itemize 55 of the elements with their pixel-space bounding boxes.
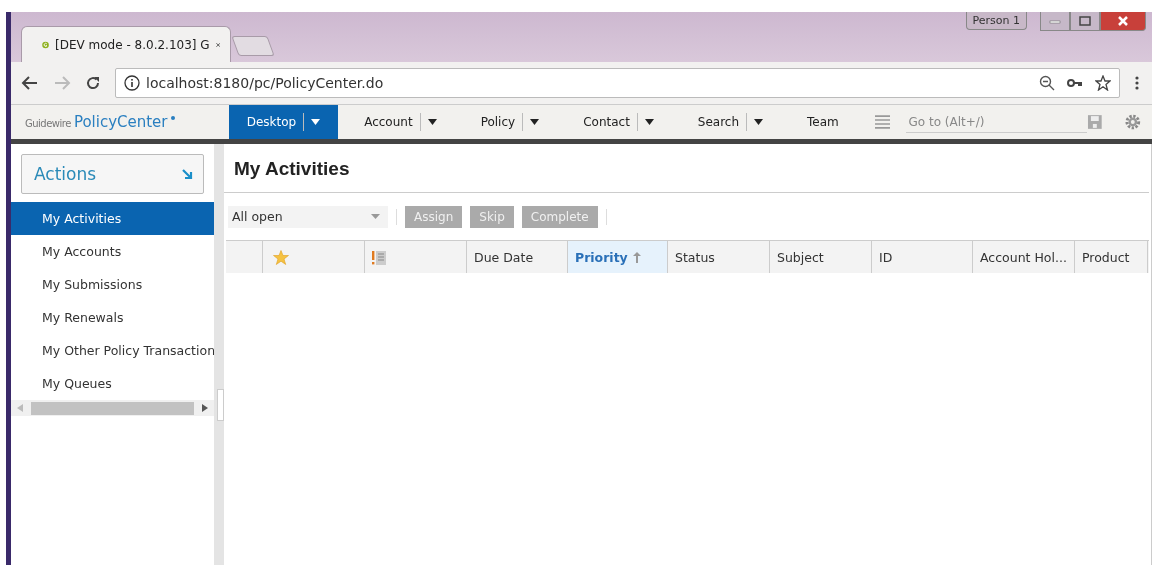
nav-tab[interactable]: Policy — [462, 105, 558, 139]
caret-icon[interactable] — [427, 119, 437, 125]
caret-icon[interactable] — [530, 119, 540, 125]
caret-icon[interactable] — [754, 119, 764, 125]
window-close-button[interactable] — [1100, 12, 1146, 31]
minimize-button[interactable] — [1040, 12, 1070, 31]
sidebar-item[interactable]: My Accounts — [11, 235, 214, 268]
maximize-button[interactable] — [1070, 12, 1100, 31]
minimize-icon — [1049, 18, 1061, 24]
sidebar-item[interactable]: My Other Policy Transaction — [11, 334, 214, 367]
page-title: My Activities — [224, 144, 1149, 193]
nav-tab[interactable]: Search — [679, 105, 782, 139]
maximize-icon — [1079, 16, 1091, 26]
filter-dropdown[interactable]: All open — [228, 205, 388, 228]
caret-icon[interactable] — [311, 119, 321, 125]
column-header[interactable]: ID — [872, 241, 973, 273]
nav-tab[interactable]: Team — [789, 105, 857, 139]
goto-field[interactable]: Go to (Alt+/) — [906, 111, 1087, 133]
close-icon — [1117, 16, 1129, 26]
back-icon[interactable] — [21, 75, 39, 91]
list-icon[interactable] — [874, 115, 891, 129]
priority-list-icon — [372, 249, 386, 265]
tab-title: [DEV mode - 8.0.2.103] G — [55, 37, 210, 52]
sidebar-item[interactable]: My Submissions — [11, 268, 214, 301]
info-icon — [124, 75, 140, 91]
menu-icon[interactable] — [1134, 75, 1140, 91]
actions-button[interactable]: Actions — [21, 154, 204, 194]
scrollbar[interactable] — [11, 400, 214, 416]
column-header[interactable]: Priority — [568, 241, 668, 273]
settings-icon[interactable] — [1124, 113, 1142, 131]
column-header[interactable]: Product — [1075, 241, 1148, 273]
nav-tab[interactable]: Contact — [565, 105, 672, 139]
zoom-out-icon[interactable] — [1039, 75, 1055, 91]
star-icon[interactable] — [1095, 75, 1111, 91]
star-icon — [273, 249, 289, 265]
brand-logo: Guidewire — [25, 118, 71, 129]
caret-icon — [371, 214, 380, 219]
arrow-icon — [181, 168, 193, 180]
address-field[interactable]: localhost:8180/pc/PolicyCenter.do — [115, 68, 1120, 98]
sidebar-item[interactable]: My Renewals — [11, 301, 214, 334]
column-header[interactable]: Subject — [770, 241, 872, 273]
column-header[interactable]: Status — [668, 241, 770, 273]
caret-icon[interactable] — [644, 119, 654, 125]
browser-tab[interactable]: [DEV mode - 8.0.2.103] G — [21, 26, 231, 62]
key-icon[interactable] — [1067, 77, 1083, 89]
column-header[interactable]: Account Hol... — [973, 241, 1075, 273]
nav-tab[interactable]: Desktop — [228, 105, 339, 139]
profile-button[interactable]: Person 1 — [965, 12, 1027, 30]
scroll-right-icon[interactable] — [202, 404, 208, 412]
reload-icon[interactable] — [85, 75, 101, 91]
sort-ascending-icon — [632, 251, 641, 263]
nav-tab[interactable]: Account — [346, 105, 455, 139]
product-logo: PolicyCenter — [73, 113, 168, 131]
sidebar-item[interactable]: My Activities — [11, 202, 214, 235]
sidebar-item[interactable]: My Queues — [11, 367, 214, 400]
